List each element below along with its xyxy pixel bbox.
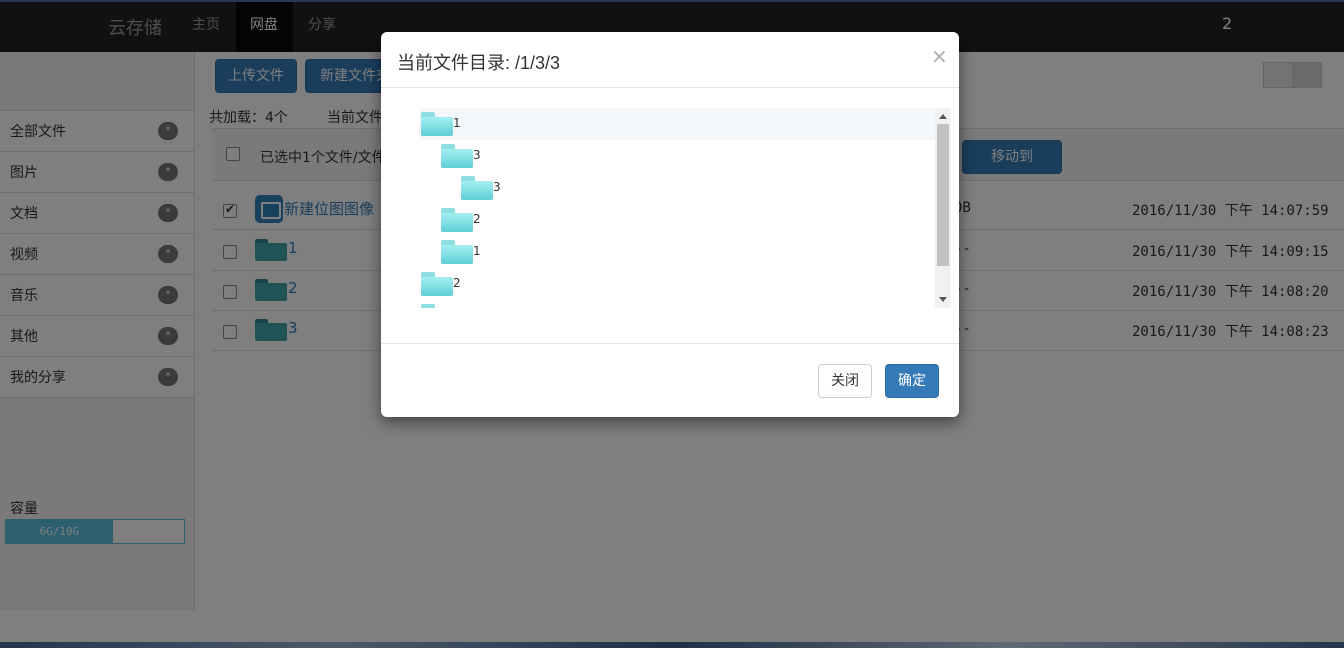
folder-icon xyxy=(441,208,473,232)
tree-node-label: 1 xyxy=(473,244,481,258)
tree-node[interactable]: 2 xyxy=(419,204,935,236)
close-button[interactable]: 关闭 xyxy=(818,364,872,398)
tree-node[interactable]: 1 xyxy=(419,236,935,268)
tree-node[interactable]: 3 xyxy=(419,172,935,204)
folder-icon xyxy=(421,304,453,308)
folder-icon xyxy=(421,112,453,136)
folder-tree: 1 3 3 2 1 2 xyxy=(419,108,951,308)
close-icon[interactable]: × xyxy=(931,44,948,68)
scroll-down-icon[interactable] xyxy=(939,297,947,302)
tree-node-label: 2 xyxy=(453,276,461,290)
tree-node-label: 1 xyxy=(453,116,461,130)
modal-header: 当前文件目录: /1/3/3 × xyxy=(381,32,959,88)
folder-icon xyxy=(441,240,473,264)
tree-node[interactable]: 1 xyxy=(419,108,935,140)
scroll-up-icon[interactable] xyxy=(939,114,947,119)
tree-node-label: 2 xyxy=(473,212,481,226)
move-dialog: 当前文件目录: /1/3/3 × 1 3 3 2 1 2 关闭 确定 xyxy=(381,32,959,417)
tree-node[interactable]: 2 xyxy=(419,268,935,300)
tree-node-label: 3 xyxy=(473,148,481,162)
tree-node-partial[interactable] xyxy=(419,300,935,308)
tree-node[interactable]: 3 xyxy=(419,140,935,172)
tree-node-label: 3 xyxy=(493,180,501,194)
tree-scrollbar[interactable] xyxy=(935,108,951,308)
modal-title: 当前文件目录: /1/3/3 xyxy=(397,53,561,73)
scroll-thumb[interactable] xyxy=(937,124,949,266)
confirm-button[interactable]: 确定 xyxy=(885,364,939,398)
folder-icon xyxy=(441,144,473,168)
folder-icon xyxy=(461,176,493,200)
modal-footer: 关闭 确定 xyxy=(381,343,959,417)
folder-icon xyxy=(421,272,453,296)
